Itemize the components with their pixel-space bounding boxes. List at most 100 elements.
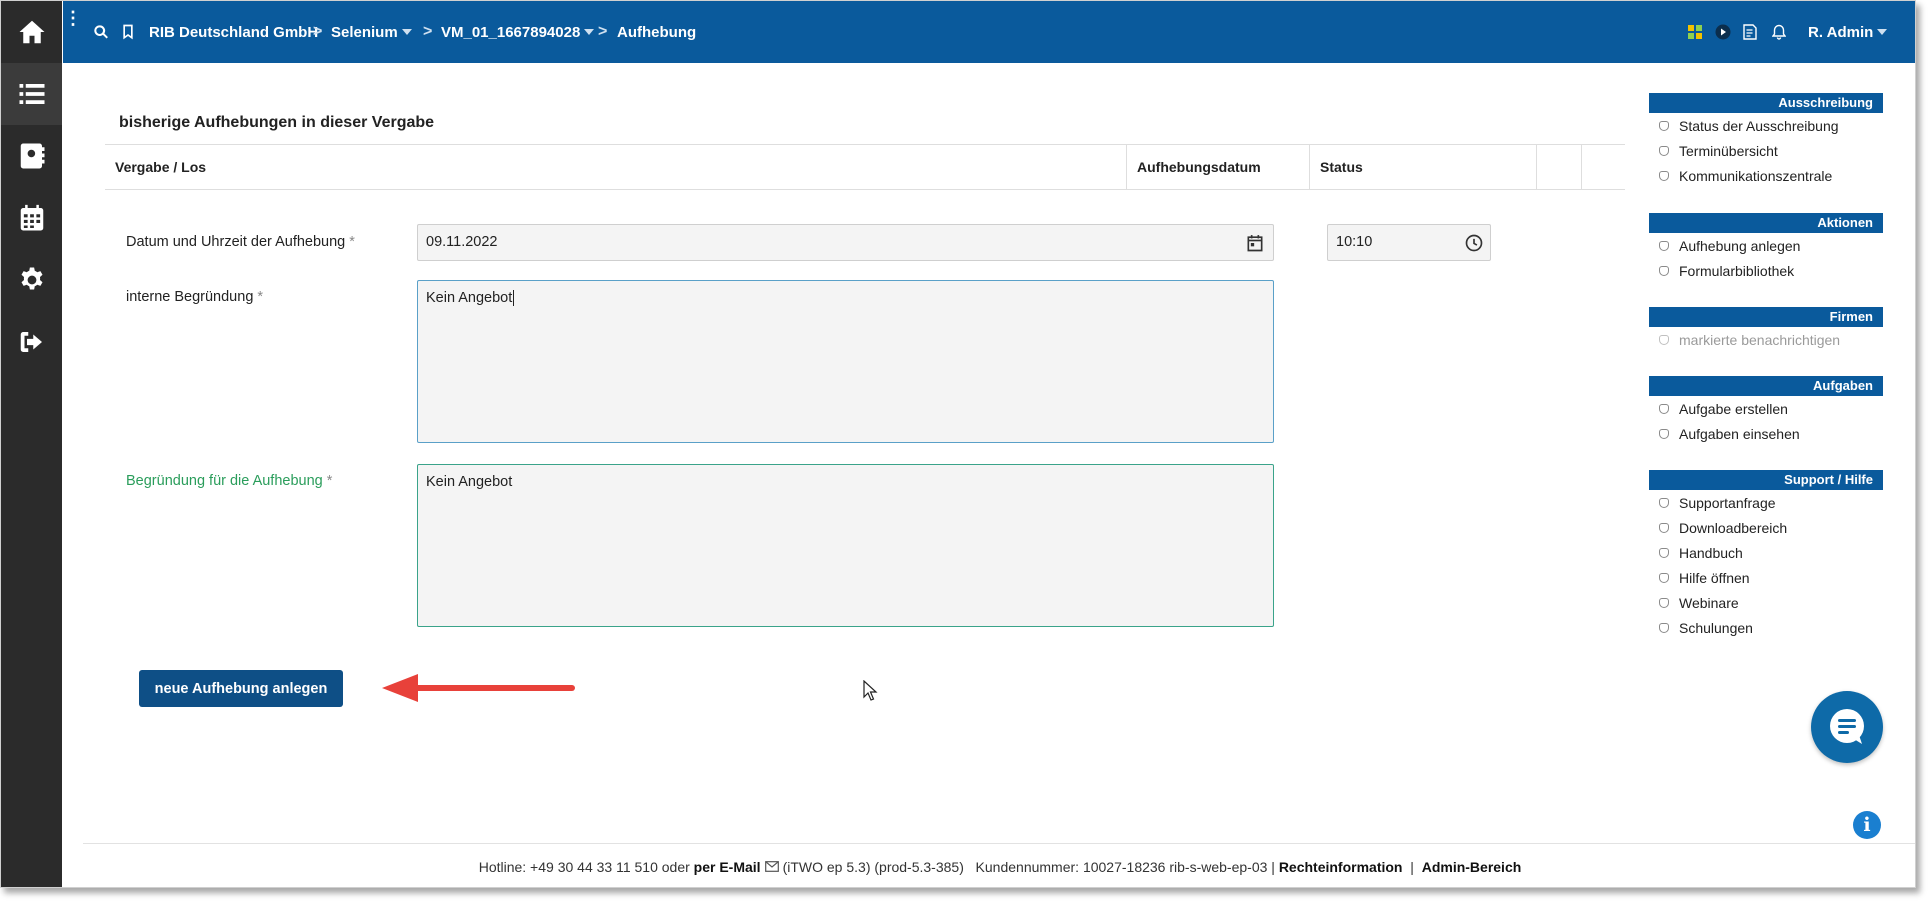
footer-hotline: Hotline: +49 30 44 33 11 510 oder bbox=[478, 858, 690, 875]
sidebar-group-support: Support / Hilfe Supportanfrage Downloadb… bbox=[1649, 470, 1883, 640]
sidebar-item-status[interactable]: Status der Ausschreibung bbox=[1649, 113, 1883, 138]
bullet-icon bbox=[1659, 622, 1669, 633]
gear-icon[interactable] bbox=[1, 249, 62, 311]
column-header-vergabe[interactable]: Vergabe / Los bbox=[105, 145, 1127, 189]
sidebar-group-title: Aktionen bbox=[1649, 213, 1883, 233]
more-vertical-icon[interactable]: ⋮ bbox=[63, 1, 83, 63]
internal-reason-value: Kein Angebot bbox=[426, 290, 513, 306]
breadcrumb-separator: > bbox=[598, 23, 608, 40]
footer-version: (iTWO ep 5.3) (prod-5.3-385) bbox=[782, 858, 964, 875]
sidebar-item-schulungen[interactable]: Schulungen bbox=[1649, 615, 1883, 640]
sidebar-group-title: Firmen bbox=[1649, 307, 1883, 327]
reason-value: Kein Angebot bbox=[426, 474, 513, 490]
breadcrumb-separator: > bbox=[313, 23, 323, 40]
bullet-icon bbox=[1659, 120, 1669, 131]
sidebar-item-aufhebung-anlegen[interactable]: Aufhebung anlegen bbox=[1649, 233, 1883, 258]
sidebar-item-termine[interactable]: Terminübersicht bbox=[1649, 138, 1883, 163]
sidebar-item-supportanfrage[interactable]: Supportanfrage bbox=[1649, 490, 1883, 515]
bullet-icon bbox=[1659, 334, 1669, 345]
app-window: ⋮ RIB Deutschland GmbH > Selenium > VM_0… bbox=[0, 0, 1916, 888]
sidebar-group-title: Aufgaben bbox=[1649, 376, 1883, 396]
column-header-aufhebungsdatum[interactable]: Aufhebungsdatum bbox=[1127, 145, 1310, 189]
home-icon[interactable] bbox=[1, 1, 62, 63]
sidebar-group-title: Support / Hilfe bbox=[1649, 470, 1883, 490]
footer-email-link[interactable]: per E-Mail bbox=[694, 859, 761, 875]
sidebar-group-title: Ausschreibung bbox=[1649, 93, 1883, 113]
bullet-icon bbox=[1659, 547, 1669, 558]
footer: Hotline: +49 30 44 33 11 510 oder per E-… bbox=[83, 843, 1915, 887]
clock-icon[interactable] bbox=[1464, 233, 1484, 253]
bullet-icon bbox=[1659, 522, 1669, 533]
footer-separator: | bbox=[1410, 858, 1414, 875]
time-input[interactable]: 10:10 bbox=[1327, 224, 1491, 261]
apps-icon[interactable] bbox=[1688, 1, 1702, 63]
breadcrumb-project[interactable]: Selenium bbox=[331, 1, 412, 63]
envelope-icon bbox=[764, 861, 779, 872]
sidebar-item-kommunikation[interactable]: Kommunikationszentrale bbox=[1649, 163, 1883, 188]
sidebar-item-markierte-benachrichtigen: markierte benachrichtigen bbox=[1649, 327, 1883, 352]
left-nav-rail bbox=[1, 1, 62, 887]
calendar-icon[interactable] bbox=[1245, 233, 1265, 253]
bell-icon[interactable] bbox=[1772, 1, 1786, 63]
breadcrumb-separator: > bbox=[423, 23, 433, 40]
bullet-icon bbox=[1659, 170, 1669, 181]
sidebar-group-ausschreibung: Ausschreibung Status der Ausschreibung T… bbox=[1649, 93, 1883, 188]
rail-separator bbox=[62, 1, 83, 887]
play-circle-icon[interactable] bbox=[1715, 1, 1731, 63]
new-aufhebung-button[interactable]: neue Aufhebung anlegen bbox=[139, 670, 343, 707]
sidebar-item-downloadbereich[interactable]: Downloadbereich bbox=[1649, 515, 1883, 540]
breadcrumb-vergabe[interactable]: VM_01_1667894028 bbox=[441, 1, 595, 63]
calendar-icon[interactable] bbox=[1, 187, 62, 249]
footer-legal-link[interactable]: Rechteinformation bbox=[1279, 859, 1403, 875]
column-header-status[interactable]: Status bbox=[1310, 145, 1537, 189]
sidebar-item-aufgaben-einsehen[interactable]: Aufgaben einsehen bbox=[1649, 421, 1883, 446]
bullet-icon bbox=[1659, 145, 1669, 156]
column-header-action-1 bbox=[1537, 145, 1582, 189]
aufhebungen-table-header: Vergabe / Los Aufhebungsdatum Status bbox=[105, 144, 1625, 190]
internal-reason-textarea[interactable]: Kein Angebot bbox=[417, 280, 1274, 443]
column-header-action-2 bbox=[1582, 145, 1625, 189]
sidebar-item-webinare[interactable]: Webinare bbox=[1649, 590, 1883, 615]
chat-button[interactable] bbox=[1811, 691, 1883, 763]
footer-admin-link[interactable]: Admin-Bereich bbox=[1422, 859, 1522, 875]
footer-customer: Kundennummer: 10027-18236 rib-s-web-ep-0… bbox=[975, 858, 1275, 875]
bullet-icon bbox=[1659, 597, 1669, 608]
mouse-cursor-icon bbox=[863, 680, 878, 701]
logout-icon[interactable] bbox=[1, 311, 62, 373]
bullet-icon bbox=[1659, 428, 1669, 439]
internal-reason-label: interne Begründung * bbox=[126, 289, 264, 305]
sidebar-group-aktionen: Aktionen Aufhebung anlegen Formularbibli… bbox=[1649, 213, 1883, 283]
list-icon[interactable] bbox=[1, 63, 62, 125]
text-caret bbox=[513, 290, 515, 306]
sidebar-item-aufgabe-erstellen[interactable]: Aufgabe erstellen bbox=[1649, 396, 1883, 421]
user-menu[interactable]: R. Admin bbox=[1808, 1, 1888, 63]
reason-label: Begründung für die Aufhebung * bbox=[126, 473, 333, 489]
main-content: bisherige Aufhebungen in dieser Vergabe … bbox=[83, 63, 1636, 843]
datetime-label: Datum und Uhrzeit der Aufhebung * bbox=[126, 234, 355, 250]
chevron-down-icon bbox=[401, 29, 412, 35]
contacts-icon[interactable] bbox=[1, 125, 62, 187]
date-input[interactable]: 09.11.2022 bbox=[417, 224, 1274, 261]
chevron-down-icon bbox=[1877, 29, 1888, 35]
sidebar-item-handbuch[interactable]: Handbuch bbox=[1649, 540, 1883, 565]
time-value: 10:10 bbox=[1336, 234, 1373, 250]
bullet-icon bbox=[1659, 403, 1669, 414]
bullet-icon bbox=[1659, 497, 1669, 508]
top-bar: RIB Deutschland GmbH > Selenium > VM_01_… bbox=[83, 1, 1915, 63]
sidebar-item-formularbibliothek[interactable]: Formularbibliothek bbox=[1649, 258, 1883, 283]
page-title: bisherige Aufhebungen in dieser Vergabe bbox=[119, 114, 435, 131]
bookmark-icon[interactable] bbox=[121, 1, 135, 63]
breadcrumb-current: Aufhebung bbox=[617, 23, 697, 41]
bullet-icon bbox=[1659, 572, 1669, 583]
red-arrow-annotation bbox=[382, 674, 575, 702]
bullet-icon bbox=[1659, 265, 1669, 276]
sidebar-group-firmen: Firmen markierte benachrichtigen bbox=[1649, 307, 1883, 352]
search-icon[interactable] bbox=[93, 1, 109, 63]
info-icon[interactable]: i bbox=[1853, 811, 1881, 839]
breadcrumb-company[interactable]: RIB Deutschland GmbH bbox=[149, 1, 318, 63]
notes-icon[interactable] bbox=[1743, 1, 1757, 63]
sidebar-item-hilfe[interactable]: Hilfe öffnen bbox=[1649, 565, 1883, 590]
sidebar-group-aufgaben: Aufgaben Aufgabe erstellen Aufgaben eins… bbox=[1649, 376, 1883, 446]
reason-textarea[interactable]: Kein Angebot bbox=[417, 464, 1274, 627]
date-value: 09.11.2022 bbox=[426, 234, 498, 250]
